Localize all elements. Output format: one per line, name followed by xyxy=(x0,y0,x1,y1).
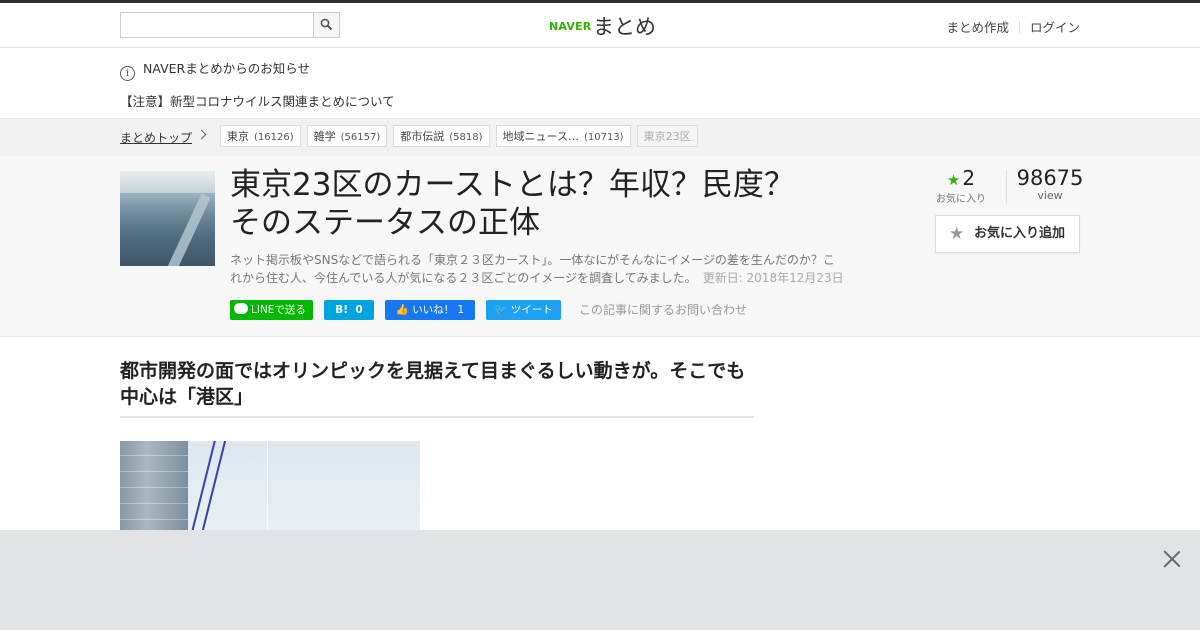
star-icon: ★ xyxy=(946,171,961,189)
create-matome-link[interactable]: まとめ作成 xyxy=(946,20,1009,35)
tag-urban-legend[interactable]: 都市伝説 (5818) xyxy=(393,125,490,147)
add-favorite-button[interactable]: ★ お気に入り追加 xyxy=(935,215,1080,253)
tower-band xyxy=(120,487,188,488)
image-seam xyxy=(267,441,268,531)
line-share-button[interactable]: LINEで送る xyxy=(230,300,313,320)
search-button[interactable] xyxy=(313,13,339,37)
facebook-like-button[interactable]: 👍 いいね！ 1 xyxy=(385,300,475,320)
notice-title[interactable]: i NAVERまとめからのお知らせ xyxy=(120,58,310,81)
favorites-count-row: ★ 2 xyxy=(930,166,992,190)
favorites-label: お気に入り xyxy=(936,194,986,205)
tweet-label: ツイート xyxy=(510,304,553,316)
logo-brand: NAVER xyxy=(549,20,592,33)
info-icon: i xyxy=(120,66,135,81)
thumbnail-river xyxy=(159,193,211,266)
logo-service: まとめ xyxy=(593,15,656,39)
star-outline-icon: ★ xyxy=(949,224,965,244)
tag-trivia[interactable]: 雑学 (56157) xyxy=(306,125,388,147)
login-link[interactable]: ログイン xyxy=(1030,20,1080,35)
twitter-bird-icon: 🐦 xyxy=(494,304,508,316)
add-favorite-label: お気に入り追加 xyxy=(973,226,1065,241)
breadcrumb: まとめトップ 東京 (16126) 雑学 (56157) 都市伝説 (5818) 地域ニュー… xyxy=(0,118,1200,157)
image-crane xyxy=(188,441,227,531)
tweet-button[interactable]: 🐦 ツイート xyxy=(486,300,561,320)
thumbs-up-icon: 👍 xyxy=(395,304,409,316)
tag-local-news[interactable]: 地域ニュース… (10713) xyxy=(495,125,631,147)
views-label: view xyxy=(1037,189,1063,202)
tag-count: (16126) xyxy=(254,132,294,143)
header-links: まとめ作成 ログイン xyxy=(946,17,1080,36)
facebook-like-count: 1 xyxy=(457,304,465,316)
tower-band xyxy=(120,471,188,472)
tower-band xyxy=(120,519,188,520)
tag-tokyo[interactable]: 東京 (16126) xyxy=(220,125,301,147)
tower-band xyxy=(120,455,188,456)
inquiry-link[interactable]: この記事に関するお問い合わせ xyxy=(579,300,747,320)
article-description: ネット掲示板やSNSなどで語られる「東京２３区カースト」。一体なにがそんなにイメ… xyxy=(230,251,846,287)
tag-label: 都市伝説 xyxy=(400,130,445,143)
hatena-bookmark-button[interactable]: B! 0 xyxy=(324,300,374,320)
tag-list: 東京 (16126) 雑学 (56157) 都市伝説 (5818) 地域ニュース… (1071… xyxy=(220,125,704,147)
tag-count: (5818) xyxy=(449,132,483,143)
hatena-icon: B! xyxy=(335,304,349,316)
breadcrumb-top-link[interactable]: まとめトップ xyxy=(120,129,192,146)
tag-count: (10713) xyxy=(583,132,624,143)
line-share-label: LINEで送る xyxy=(251,304,306,316)
section-heading: 都市開発の面ではオリンピックを見据えて目まぐるしい動きが。そこでも中心は「港区」 xyxy=(120,358,754,418)
section-image xyxy=(120,441,420,531)
article-title: 東京23区のカーストとは？年収？民度？ そのステータスの正体 xyxy=(230,166,850,242)
title-line-2: そのステータスの正体 xyxy=(230,205,540,241)
search-input[interactable] xyxy=(121,13,313,37)
image-tower xyxy=(120,441,188,531)
share-bar: LINEで送る B! 0 👍 いいね！ 1 🐦 ツイート この記事に関するお問い合わせ xyxy=(230,300,747,320)
notice-title-text: NAVERまとめからのお知らせ xyxy=(143,61,310,76)
header-divider xyxy=(1018,21,1020,33)
tag-count: (56157) xyxy=(340,132,381,143)
thumbnail-sky xyxy=(120,171,215,193)
tower-band xyxy=(120,503,188,504)
views-stat: 98675 view xyxy=(1012,166,1088,202)
article-thumbnail xyxy=(120,171,215,266)
site-header: NAVER まとめ まとめ作成 ログイン xyxy=(0,3,1200,48)
close-icon[interactable] xyxy=(1161,548,1183,570)
favorites-stat: ★ 2 お気に入り xyxy=(930,166,992,205)
notice-item-link[interactable]: 【注意】新型コロナウイルス関連まとめについて xyxy=(120,91,395,110)
hatena-count: 0 xyxy=(355,304,363,316)
bottom-ad-banner xyxy=(0,530,1200,630)
article-header: 東京23区のカーストとは？年収？民度？ そのステータスの正体 ネット掲示板やSNS… xyxy=(0,156,1200,337)
search-box xyxy=(120,12,340,38)
stat-divider xyxy=(1006,170,1007,204)
tag-label: 雑学 xyxy=(313,130,336,143)
favorites-count: 2 xyxy=(962,166,976,190)
title-line-1: 東京23区のカーストとは？年収？民度？ xyxy=(230,167,795,203)
tag-label: 東京 xyxy=(227,130,249,143)
search-icon xyxy=(320,18,333,31)
tag-label: 地域ニュース… xyxy=(502,130,579,143)
updated-date: 更新日: 2018年12月23日 xyxy=(702,271,844,285)
chevron-right-icon xyxy=(196,129,207,140)
facebook-like-label: いいね！ xyxy=(412,304,455,316)
line-icon xyxy=(234,303,248,314)
views-count: 98675 xyxy=(1016,166,1084,190)
tag-current: 東京23区 xyxy=(636,125,698,147)
